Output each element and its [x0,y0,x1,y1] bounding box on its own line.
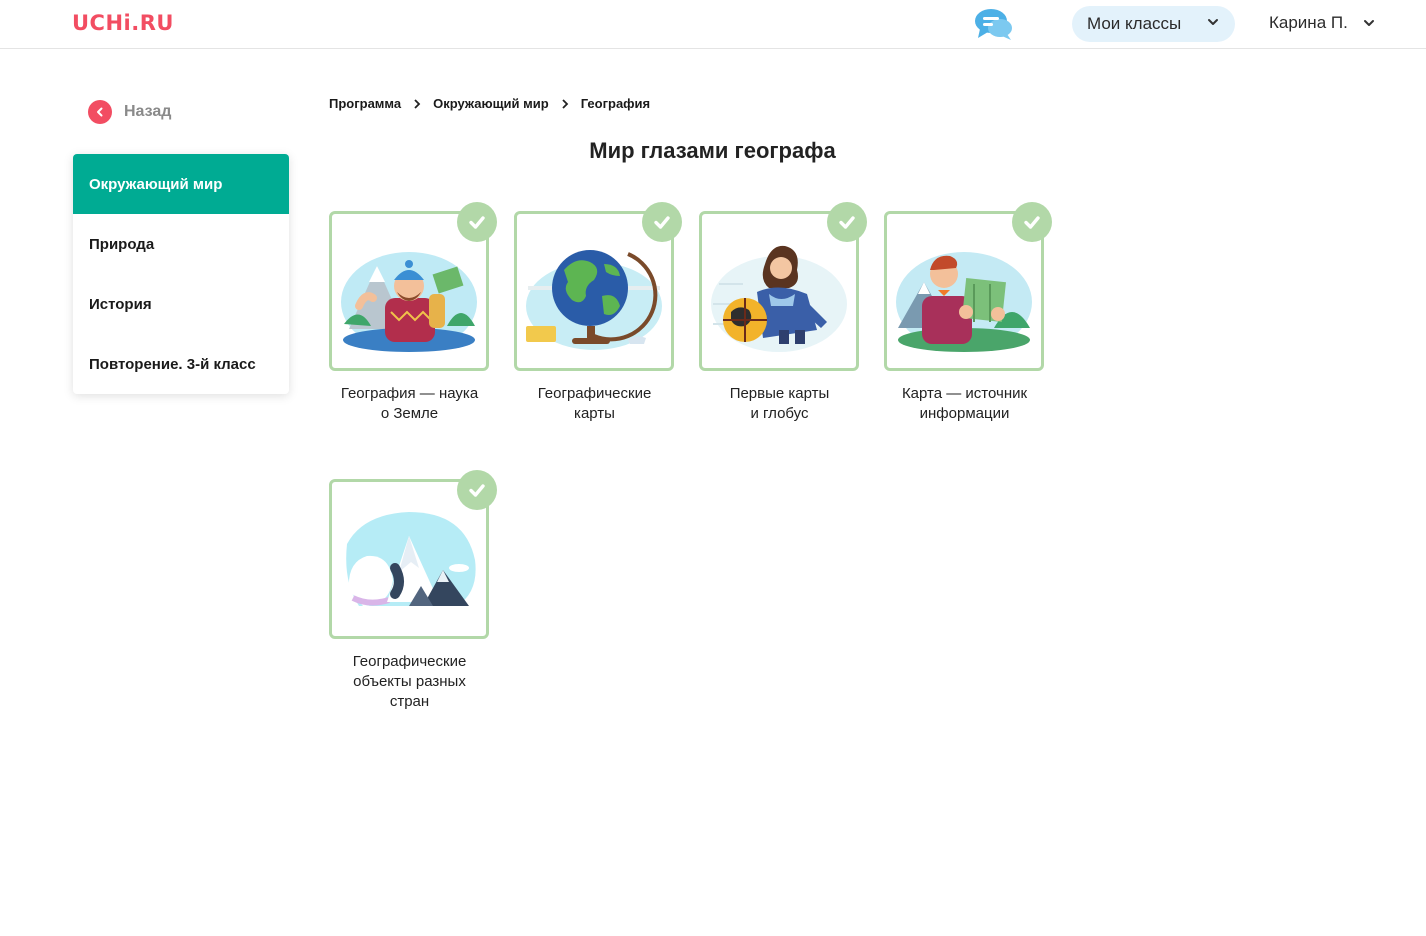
lesson-card[interactable] [514,202,682,371]
cartographer-illustration [711,245,847,352]
completed-check-icon [1012,202,1052,242]
lesson-card[interactable] [884,202,1052,371]
menu-item-environment[interactable]: Окружающий мир [73,154,289,214]
chevron-right-icon [562,98,568,109]
logo[interactable]: UCHi.RU [72,11,174,35]
globe-illustration [526,250,662,350]
top-bar: UCHi.RU Мои классы Карина П. [0,0,1426,49]
breadcrumb-program[interactable]: Программа [329,96,401,111]
back-label: Назад [124,103,172,120]
page-title: Мир глазами географа [589,138,836,163]
mountains-illustration [346,512,476,606]
menu-item-review[interactable]: Повторение. 3-й класс [73,334,289,394]
menu-item-nature[interactable]: Природа [73,214,289,274]
breadcrumb: Программа Окружающий мир География [329,96,650,111]
user-name: Карина П. [1269,13,1348,32]
back-arrow-icon [88,100,112,124]
chevron-right-icon [414,98,421,109]
completed-check-icon [642,202,682,242]
user-menu[interactable]: Карина П. [1269,13,1376,33]
lesson-card[interactable] [329,470,497,639]
completed-check-icon [457,202,497,242]
hiker-illustration [341,252,477,352]
lesson-title[interactable]: Географические объекты разных стран [317,652,502,712]
map-reader-illustration [896,252,1032,352]
completed-check-icon [827,202,867,242]
subject-menu: Окружающий мир Природа История Повторени… [73,154,289,394]
lesson-card[interactable] [699,202,867,371]
my-classes-label: Мои классы [1087,14,1182,33]
chevron-down-icon [1363,20,1374,26]
lesson-card[interactable] [329,202,497,371]
breadcrumb-topic[interactable]: География [581,96,650,111]
back-button[interactable]: Назад [88,100,171,124]
breadcrumb-subject[interactable]: Окружающий мир [433,96,549,111]
my-classes-dropdown[interactable]: Мои классы [1072,6,1235,42]
completed-check-icon [457,470,497,510]
lesson-title[interactable]: Первые карты и глобус [687,384,872,424]
menu-item-history[interactable]: История [73,274,289,334]
chevron-down-icon [1208,19,1218,25]
lesson-title[interactable]: Карта — источник информации [872,384,1057,424]
chat-icon[interactable] [974,7,1014,41]
lesson-title[interactable]: География — наука о Земле [317,384,502,424]
lesson-title[interactable]: Географические карты [502,384,687,424]
